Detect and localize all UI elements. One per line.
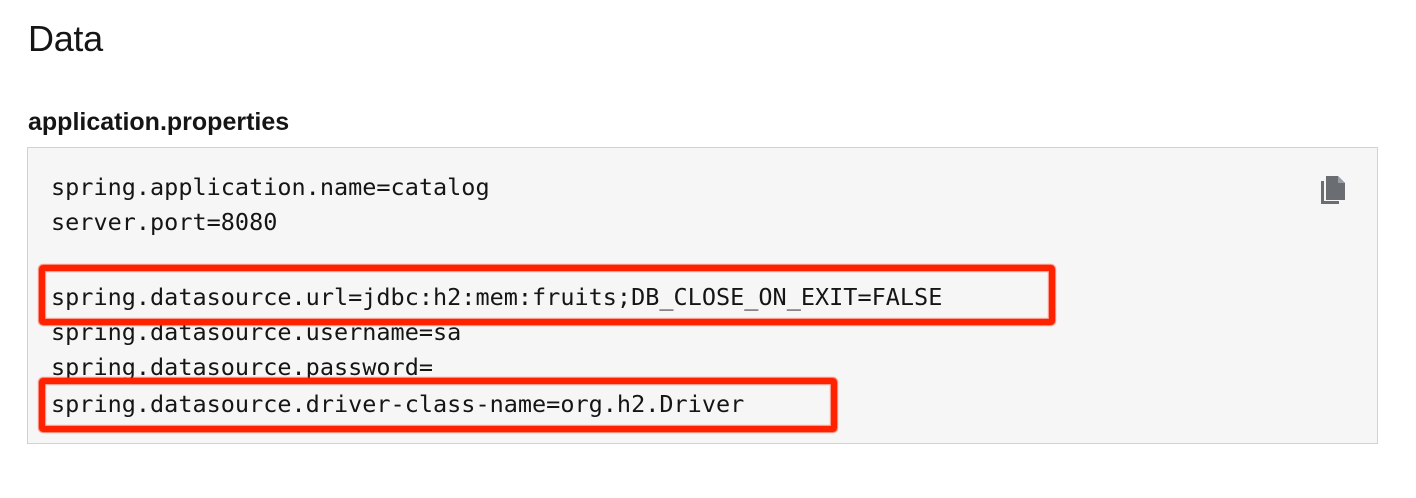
code-line-app-name: spring.application.name=catalog [51, 173, 490, 201]
code-line-datasource-username: spring.datasource.username=sa [51, 318, 462, 346]
code-line-datasource-url: spring.datasource.url=jdbc:h2:mem:fruits… [51, 283, 943, 311]
copy-button[interactable] [1318, 173, 1348, 207]
section-title: Data [28, 18, 103, 59]
code-line-driver-class: spring.datasource.driver-class-name=org.… [51, 390, 745, 418]
copy-icon [1321, 176, 1345, 204]
code-line-server-port: server.port=8080 [51, 208, 278, 236]
code-line-datasource-password: spring.datasource.password= [51, 353, 434, 381]
code-filename: application.properties [28, 108, 290, 136]
code-block: spring.application.name=catalog server.p… [27, 147, 1378, 444]
